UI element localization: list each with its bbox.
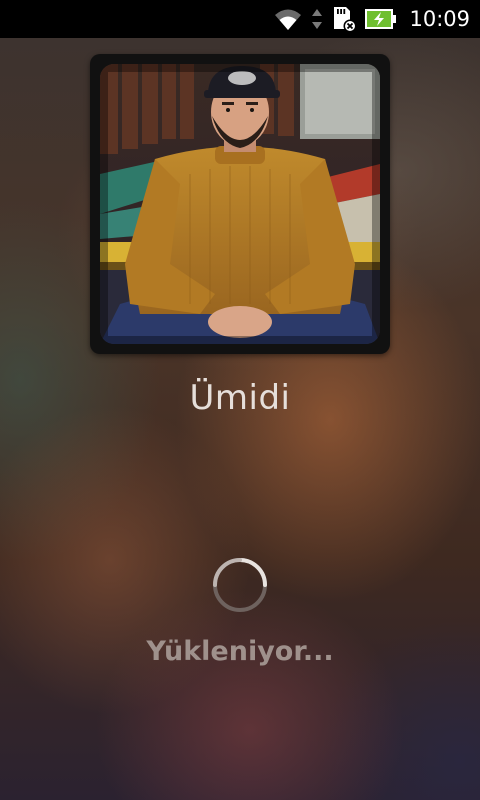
status-bar: 10:09 [0, 0, 480, 38]
artist-name: Ümidi [189, 378, 291, 418]
battery-charging-icon [365, 8, 397, 30]
status-time: 10:09 [409, 7, 470, 31]
loading-spinner [213, 558, 267, 612]
album-art-frame [90, 54, 390, 354]
sync-arrows-icon [311, 8, 323, 30]
screen: 10:09 Ümidi Yükleniyor... [0, 0, 480, 800]
album-art-image [100, 64, 380, 344]
sd-card-error-icon [331, 5, 357, 33]
loading-text: Yükleniyor... [146, 636, 334, 667]
wifi-icon [273, 6, 303, 32]
